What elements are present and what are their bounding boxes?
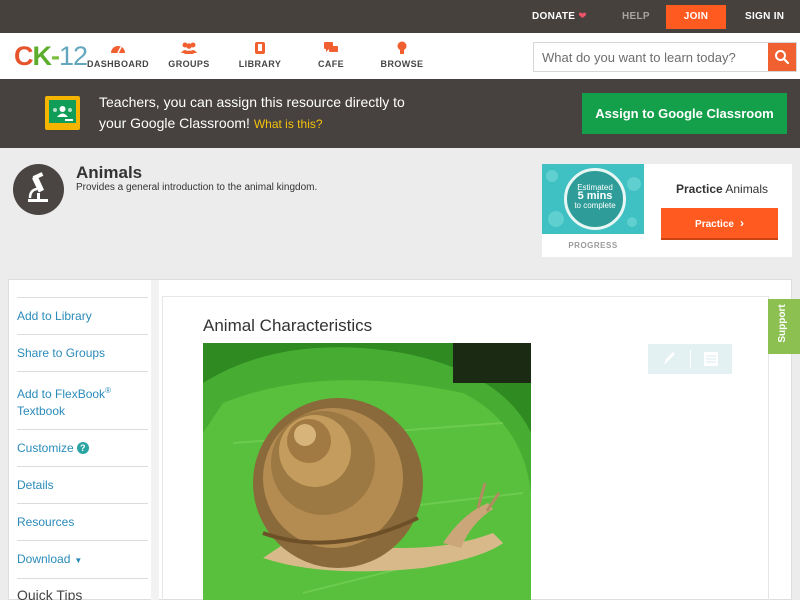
nav-library[interactable]: LIBRARY	[225, 41, 295, 69]
assign-to-google-classroom-button[interactable]: Assign to Google Classroom	[582, 93, 787, 134]
practice-card: Estimated 5 mins to complete PROGRESS Pr…	[542, 164, 792, 257]
concept-title: Animals	[76, 163, 143, 182]
progress-label: PROGRESS	[568, 241, 618, 250]
practice-progress-panel: Estimated 5 mins to complete	[542, 164, 644, 234]
cafe-icon	[324, 42, 338, 52]
notes-icon[interactable]	[690, 344, 732, 374]
what-is-this-link[interactable]: What is this?	[254, 117, 323, 131]
utility-bar: DONATE ❤ HELP JOIN SIGN IN	[0, 0, 800, 33]
sidebar: Add to Library Share to Groups Add to Fl…	[17, 297, 148, 600]
ck12-logo[interactable]: CK-12	[14, 42, 88, 70]
help-link[interactable]: HELP	[622, 0, 650, 33]
search-input[interactable]	[534, 43, 768, 71]
nav-cafe[interactable]: CAFE	[296, 41, 366, 69]
sidebar-item-resources[interactable]: Resources	[17, 503, 148, 540]
support-tab[interactable]: Support	[768, 299, 800, 354]
teacher-message: Teachers, you can assign this resource d…	[99, 94, 405, 131]
sidebar-item-share-to-groups[interactable]: Share to Groups	[17, 334, 148, 371]
nav-groups[interactable]: GROUPS	[154, 41, 224, 69]
practice-button[interactable]: Practice ›	[661, 208, 778, 238]
groups-icon	[181, 42, 197, 54]
sidebar-item-add-to-flexbook[interactable]: Add to FlexBook® Textbook	[17, 371, 148, 429]
microscope-icon	[13, 164, 64, 215]
chevron-right-icon: ›	[739, 216, 744, 230]
search-box	[533, 42, 797, 72]
snail-image	[203, 343, 531, 600]
search-icon	[775, 50, 790, 65]
nav-browse[interactable]: BROWSE	[367, 41, 437, 69]
article-panel: Animal Characteristics	[162, 296, 769, 600]
practice-title: Practice Animals	[675, 182, 769, 196]
sidebar-item-add-to-library[interactable]: Add to Library	[17, 297, 148, 334]
donate-link[interactable]: DONATE ❤	[532, 0, 587, 33]
heart-icon: ❤	[578, 11, 587, 22]
concept-description: Provides a general introduction to the a…	[76, 182, 318, 193]
caret-down-icon: ▼	[74, 556, 83, 565]
sidebar-item-download[interactable]: Download ▼	[17, 540, 148, 578]
google-classroom-icon	[45, 96, 80, 130]
main-nav: CK-12 DASHBOARD GROUPS LIBRARY CAFE BROW…	[0, 33, 800, 79]
article-title: Animal Characteristics	[203, 316, 373, 335]
browse-icon	[397, 41, 407, 54]
search-button[interactable]	[768, 43, 796, 71]
join-button[interactable]: JOIN	[666, 5, 726, 29]
quick-tips-heading: Quick Tips	[17, 578, 148, 600]
sign-in-link[interactable]: SIGN IN	[745, 0, 784, 33]
dashboard-icon	[111, 46, 125, 54]
sidebar-item-customize[interactable]: Customize?	[17, 429, 148, 466]
annotation-tools	[648, 344, 732, 374]
content-area: Add to Library Share to Groups Add to Fl…	[8, 279, 792, 600]
help-icon[interactable]: ?	[76, 442, 89, 454]
nav-dashboard[interactable]: DASHBOARD	[83, 41, 153, 69]
sidebar-item-details[interactable]: Details	[17, 466, 148, 503]
google-classroom-banner: Teachers, you can assign this resource d…	[0, 79, 800, 148]
library-icon	[255, 42, 265, 54]
column-divider	[151, 280, 159, 600]
estimate-badge: Estimated 5 mins to complete	[564, 168, 626, 230]
pencil-icon[interactable]	[648, 344, 690, 374]
